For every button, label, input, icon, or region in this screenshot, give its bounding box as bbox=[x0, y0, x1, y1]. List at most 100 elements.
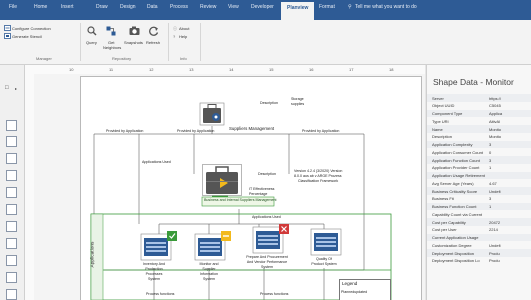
info-group-label: Info bbox=[180, 56, 187, 61]
shape-data-value[interactable]: 3 bbox=[489, 196, 491, 201]
stencil-shape-icon[interactable] bbox=[6, 120, 17, 131]
shape-data-value[interactable]: C5045 bbox=[489, 103, 501, 108]
shape-data-row[interactable]: Application Function Count 3 bbox=[427, 156, 531, 164]
stencil-shape-icon[interactable] bbox=[6, 204, 17, 215]
ruler-number: 18 bbox=[389, 67, 394, 72]
tab-review[interactable]: Review bbox=[200, 4, 216, 10]
shape-data-value[interactable]: https:// bbox=[489, 96, 501, 101]
stencil-shape-icon[interactable] bbox=[6, 187, 17, 198]
tab-view[interactable]: View bbox=[228, 4, 239, 10]
shape-data-value[interactable]: 20472 bbox=[489, 220, 500, 225]
tab-file[interactable]: File bbox=[9, 4, 17, 10]
drawing-canvas[interactable]: Description Storage supplies Suppliers M… bbox=[34, 74, 425, 300]
tab-insert[interactable]: Insert bbox=[61, 4, 74, 10]
stencil-shape-icon[interactable] bbox=[6, 153, 17, 164]
shape-data-value[interactable]: 4.67 bbox=[489, 181, 497, 186]
shape-data-row[interactable]: Deployment Disposition Lo Produ bbox=[427, 257, 531, 265]
shape-data-key: Avg Server Age (Years) bbox=[432, 180, 474, 186]
stencil-shape-icon[interactable] bbox=[6, 221, 17, 232]
tab-process[interactable]: Process bbox=[170, 4, 188, 10]
configure-connection-button[interactable]: Configure Connection bbox=[12, 26, 51, 31]
shape-data-row[interactable]: Deployment Disposition Produ bbox=[427, 249, 531, 257]
briefcase-arrow-icon[interactable] bbox=[202, 164, 242, 196]
center-description-label: Description bbox=[258, 172, 276, 176]
application-window-icon[interactable] bbox=[252, 224, 290, 254]
tab-planview[interactable]: Planview bbox=[281, 2, 315, 20]
group-divider bbox=[200, 23, 201, 61]
stencil-shape-icon[interactable] bbox=[6, 170, 17, 181]
stencil-shape-icon[interactable] bbox=[6, 136, 17, 147]
center-description-a: Version 4.2.4 (3/2020) Version bbox=[294, 169, 343, 173]
shape-data-value[interactable]: 3 bbox=[489, 158, 491, 163]
query-button[interactable]: Query bbox=[86, 40, 97, 45]
group-divider bbox=[80, 23, 81, 61]
tab-format[interactable]: Format bbox=[319, 4, 335, 10]
suppliers-management-label: Suppliers Management bbox=[229, 126, 275, 131]
shape-data-key: Capability Count via Current bbox=[432, 211, 483, 217]
shape-data-row[interactable]: Type URI AitivAl bbox=[427, 117, 531, 125]
tab-draw[interactable]: Draw bbox=[96, 4, 108, 10]
stencil-shape-icon[interactable] bbox=[6, 238, 17, 249]
expand-icon[interactable]: ▸ bbox=[15, 86, 17, 91]
shape-data-value[interactable]: Produ bbox=[489, 258, 500, 263]
it-effectiveness-label: IT Effectiveness bbox=[249, 187, 275, 191]
shape-data-row[interactable]: Current Application Usage bbox=[427, 233, 531, 242]
shape-data-key: Deployment Disposition Lo bbox=[432, 258, 480, 264]
tab-developer[interactable]: Developer bbox=[251, 4, 274, 10]
shape-data-row[interactable]: Cost per Capability 20472 bbox=[427, 218, 531, 226]
about-button[interactable]: About bbox=[179, 26, 189, 31]
shape-data-value[interactable]: 0 bbox=[489, 150, 491, 155]
refresh-button[interactable]: Refresh bbox=[146, 40, 160, 45]
shape-data-row[interactable]: Cost per User 2214 bbox=[427, 226, 531, 234]
shape-data-key: Object UUID bbox=[432, 103, 455, 109]
tell-me-search[interactable]: Tell me what you want to do bbox=[355, 4, 417, 10]
tab-home[interactable]: Home bbox=[34, 4, 47, 10]
shape-data-row[interactable]: Object UUID C5045 bbox=[427, 102, 531, 110]
shape-data-row[interactable]: Name Monito bbox=[427, 125, 531, 133]
shape-data-row[interactable]: Component Type Applica bbox=[427, 109, 531, 118]
shape-data-value[interactable]: 1 bbox=[489, 165, 491, 170]
server-gear-icon[interactable] bbox=[199, 102, 225, 126]
application-window-icon[interactable] bbox=[194, 231, 232, 261]
shape-data-value[interactable]: 3 bbox=[489, 142, 491, 147]
process-functions-label: Process functions bbox=[260, 292, 289, 296]
stencil-shape-icon[interactable] bbox=[6, 272, 17, 283]
snapshots-button[interactable]: Snapshots bbox=[124, 40, 143, 45]
shape-data-row[interactable]: Application Complexity 3 bbox=[427, 140, 531, 149]
tab-design[interactable]: Design bbox=[120, 4, 136, 10]
shapes-icon[interactable]: □ bbox=[5, 85, 9, 91]
shape-data-row[interactable]: Application Consumer Count 0 bbox=[427, 148, 531, 156]
shape-data-value[interactable]: Undefi bbox=[489, 243, 501, 248]
tab-data[interactable]: Data bbox=[147, 4, 158, 10]
shape-data-row[interactable]: Business Criticality Score Undefi bbox=[427, 187, 531, 195]
shape-data-key: Cost per User bbox=[432, 227, 457, 233]
shape-data-key: Customization Degree bbox=[432, 242, 472, 248]
shape-data-value[interactable]: Monito bbox=[489, 127, 501, 132]
shape-data-value[interactable]: 2214 bbox=[489, 227, 498, 232]
shape-data-value[interactable]: Monito bbox=[489, 134, 501, 139]
application-window-icon[interactable] bbox=[140, 231, 178, 261]
snapshots-icon bbox=[129, 26, 140, 35]
shape-data-value[interactable]: AitivAl bbox=[489, 119, 500, 124]
application-window-icon[interactable] bbox=[310, 226, 348, 256]
get-neighbors-label-b[interactable]: Neighbors bbox=[103, 45, 121, 50]
shape-data-row[interactable]: Avg Server Age (Years) 4.67 bbox=[427, 179, 531, 187]
shape-data-value[interactable]: Undefi bbox=[489, 189, 501, 194]
percentage-label: Percentage bbox=[249, 192, 268, 196]
ribbon-tab-bar: File Home Insert Draw Design Data Proces… bbox=[0, 0, 531, 20]
shape-data-row[interactable]: Business Fit 3 bbox=[427, 195, 531, 203]
shape-data-row[interactable]: Description Monito bbox=[427, 133, 531, 141]
stencil-shape-icon[interactable] bbox=[6, 289, 17, 300]
shape-data-row[interactable]: Application Provider Count 1 bbox=[427, 164, 531, 172]
shape-data-row[interactable]: Application Usage Retirement bbox=[427, 171, 531, 180]
help-button[interactable]: Help bbox=[179, 34, 187, 39]
shape-data-value[interactable]: 1 bbox=[489, 204, 491, 209]
shape-data-value[interactable]: Produ bbox=[489, 251, 500, 256]
shape-data-row[interactable]: Customization Degree Undefi bbox=[427, 241, 531, 249]
stencil-shape-icon[interactable] bbox=[6, 255, 17, 266]
shape-data-row[interactable]: Business Function Count 1 bbox=[427, 202, 531, 211]
shape-data-row[interactable]: Server https:// bbox=[427, 94, 531, 102]
generate-stencil-button[interactable]: Generate Stencil bbox=[12, 34, 42, 39]
shape-data-row[interactable]: Capability Count via Current bbox=[427, 210, 531, 218]
shape-data-value[interactable]: Applica bbox=[489, 111, 502, 116]
